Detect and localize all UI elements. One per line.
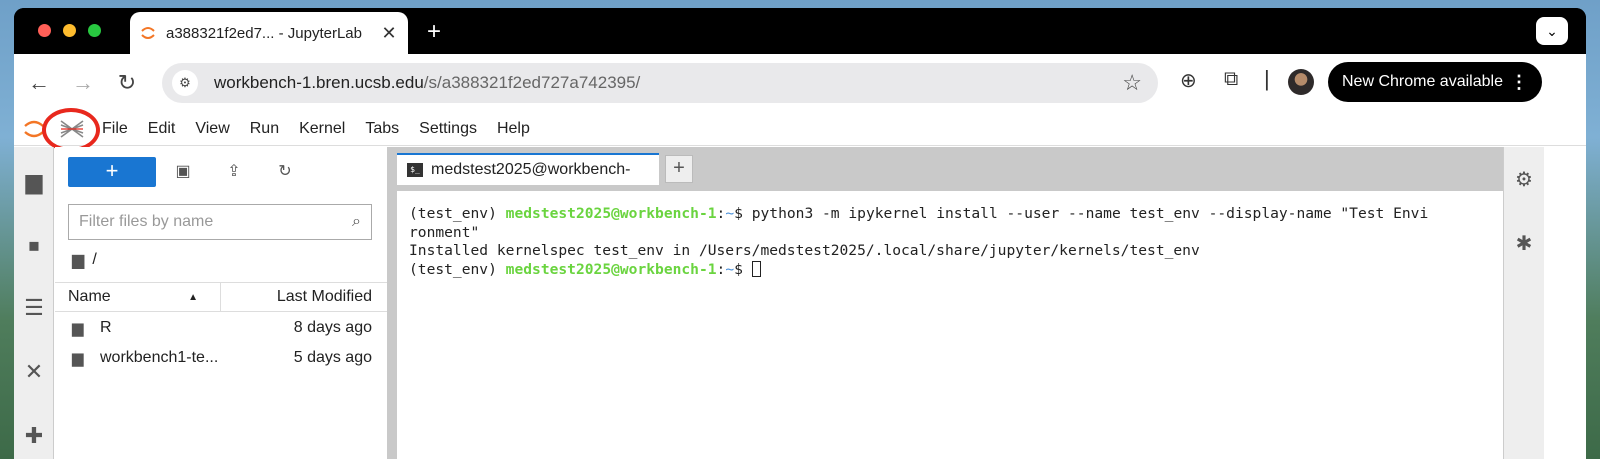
- column-name-header[interactable]: Name ▲: [55, 283, 221, 311]
- terminal-icon: $_: [407, 163, 423, 177]
- menu-run[interactable]: Run: [240, 120, 289, 138]
- terminal-line: (test_env) medstest2025@workbench-1:~$: [409, 260, 1491, 280]
- minimize-window-button[interactable]: [63, 24, 76, 37]
- left-sidebar: ▆ ⏹ ☰ ✕ ✚: [14, 147, 54, 459]
- menu-bar: File Edit View Run Kernel Tabs Settings …: [14, 108, 1586, 152]
- close-window-button[interactable]: [38, 24, 51, 37]
- browser-tab-jupyterlab[interactable]: a388321f2ed7... - JupyterLab ✕: [130, 12, 408, 54]
- file-modified: 8 days ago: [293, 319, 372, 336]
- forward-button[interactable]: →: [70, 70, 96, 96]
- terminal-tab-title: medstest2025@workbench-1: [431, 161, 631, 178]
- menu-tabs[interactable]: Tabs: [355, 120, 409, 138]
- sort-ascending-icon: ▲: [188, 291, 198, 303]
- menu-help[interactable]: Help: [487, 120, 540, 138]
- upload-icon[interactable]: ⇪: [223, 161, 245, 181]
- new-folder-icon[interactable]: ▣: [172, 161, 194, 181]
- back-button[interactable]: ←: [26, 70, 52, 96]
- reload-button[interactable]: ↻: [114, 70, 140, 96]
- chevron-down-icon: ⌄: [1546, 22, 1558, 39]
- toolbar-divider: |: [1264, 66, 1270, 91]
- terminal-line: Installed kernelspec test_env in /Users/…: [409, 242, 1200, 259]
- extension-manager-puzzle-icon[interactable]: ✚: [22, 423, 46, 449]
- browser-window: a388321f2ed7... - JupyterLab ✕ + ⌄ ← → ↻…: [14, 8, 1586, 459]
- close-tab-icon[interactable]: ✕: [380, 23, 398, 44]
- tab-title: a388321f2ed7... - JupyterLab: [166, 24, 362, 42]
- new-tab-button[interactable]: +: [422, 18, 446, 46]
- menu-view[interactable]: View: [185, 120, 239, 138]
- property-inspector-gears-icon[interactable]: ⚙: [1512, 167, 1536, 192]
- jupyterlab-app: File Edit View Run Kernel Tabs Settings …: [14, 108, 1586, 459]
- filter-files-input[interactable]: [79, 213, 353, 231]
- new-chrome-available-button[interactable]: New Chrome available ⋮: [1328, 62, 1542, 102]
- bookmark-star-icon[interactable]: ☆: [1122, 70, 1142, 96]
- maximize-window-button[interactable]: [88, 24, 101, 37]
- password-manager-icon[interactable]: ⊕: [1180, 68, 1197, 93]
- search-icon: ⌕: [352, 213, 361, 230]
- more-menu-icon[interactable]: ⋮: [1510, 72, 1528, 93]
- refresh-icon[interactable]: ↻: [274, 161, 296, 181]
- column-modified-header[interactable]: Last Modified: [221, 288, 387, 306]
- url-path: /s/a388321f2ed727a742395/: [423, 73, 641, 92]
- terminal-cursor: [751, 260, 761, 277]
- main-dock-area: $_ medstest2025@workbench-1 + (test_env)…: [397, 147, 1503, 459]
- breadcrumb-root[interactable]: /: [92, 251, 96, 269]
- jupyter-favicon-icon: [141, 27, 155, 39]
- highlight-annotation-circle: [42, 108, 100, 152]
- column-name-label: Name: [68, 288, 111, 305]
- terminal-output[interactable]: (test_env) medstest2025@workbench-1:~$ p…: [397, 191, 1503, 459]
- menu-settings[interactable]: Settings: [409, 120, 487, 138]
- terminal-line: (test_env) medstest2025@workbench-1:~$ p…: [409, 205, 1429, 222]
- address-bar[interactable]: ⚙ workbench-1.bren.ucsb.edu/s/a388321f2e…: [162, 63, 1158, 103]
- file-name: R: [100, 319, 112, 336]
- file-modified: 5 days ago: [293, 349, 372, 366]
- debugger-bug-icon[interactable]: ✱: [1512, 231, 1536, 256]
- right-sidebar: ⚙ ✱: [1503, 147, 1586, 459]
- running-kernels-stop-icon[interactable]: ⏹: [22, 233, 46, 259]
- site-info-icon[interactable]: ⚙: [172, 70, 198, 96]
- url-host: workbench-1.bren.ucsb.edu: [214, 73, 424, 92]
- folder-icon: ▆: [72, 350, 84, 367]
- extensions-puzzle-icon[interactable]: ⧉: [1224, 68, 1238, 91]
- folder-icon: ▆: [72, 320, 84, 337]
- profile-avatar[interactable]: [1288, 69, 1314, 95]
- main-tab-bar: $_ medstest2025@workbench-1 +: [397, 153, 1503, 185]
- file-name: workbench1-te...: [100, 349, 219, 366]
- tab-search-button[interactable]: ⌄: [1536, 17, 1568, 45]
- panel-splitter[interactable]: [387, 147, 397, 459]
- filter-files-field[interactable]: ⌕: [68, 204, 372, 240]
- breadcrumb[interactable]: ▆ /: [72, 250, 97, 270]
- terminal-line: ronment": [409, 223, 480, 241]
- new-tab-plus-button[interactable]: +: [665, 155, 693, 183]
- tab-strip: a388321f2ed7... - JupyterLab ✕ + ⌄: [14, 8, 1586, 54]
- table-of-contents-icon[interactable]: ☰: [22, 295, 46, 321]
- tab-terminal[interactable]: $_ medstest2025@workbench-1: [397, 153, 659, 185]
- file-browser-folder-icon[interactable]: ▆: [22, 169, 46, 195]
- menu-edit[interactable]: Edit: [138, 120, 186, 138]
- file-browser-panel: + ▣ ⇪ ↻ ⌕ ▆ / Name ▲ Last Modified ▆ R: [55, 147, 387, 459]
- list-item[interactable]: ▆ workbench1-te... 5 days ago: [55, 343, 387, 373]
- url-text[interactable]: workbench-1.bren.ucsb.edu/s/a388321f2ed7…: [214, 73, 1122, 93]
- update-label: New Chrome available: [1342, 73, 1503, 90]
- new-launcher-button[interactable]: +: [68, 157, 156, 187]
- list-item[interactable]: ▆ R 8 days ago: [55, 313, 387, 343]
- folder-icon: ▆: [72, 252, 85, 269]
- browser-toolbar: ← → ↻ ⚙ workbench-1.bren.ucsb.edu/s/a388…: [14, 54, 1586, 112]
- menu-kernel[interactable]: Kernel: [289, 120, 355, 138]
- extension-logo-icon[interactable]: ✕: [22, 359, 46, 385]
- file-list-header: Name ▲ Last Modified: [55, 282, 387, 312]
